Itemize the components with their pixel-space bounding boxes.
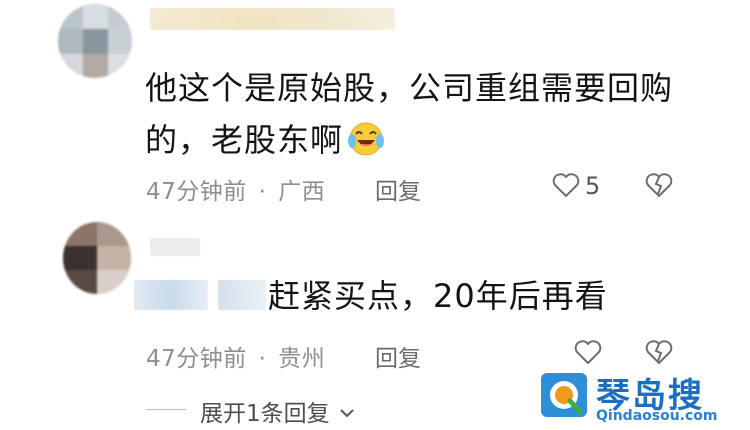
like-count: 5 bbox=[585, 172, 601, 200]
comment-meta: 47分钟前 · 广西 bbox=[146, 172, 325, 206]
chevron-down-icon bbox=[339, 407, 355, 419]
avatar[interactable] bbox=[63, 222, 131, 294]
laughing-crying-emoji-icon bbox=[347, 121, 385, 157]
expand-replies-button[interactable]: 展开1条回复 bbox=[200, 394, 355, 428]
expand-replies-label: 展开1条回复 bbox=[200, 401, 330, 427]
watermark-logo-icon bbox=[540, 372, 588, 418]
reply-button[interactable]: 回复 bbox=[375, 172, 421, 206]
comment-text-line-2: 的，老股东啊 bbox=[145, 114, 705, 166]
like-icon[interactable] bbox=[552, 172, 580, 198]
avatar[interactable] bbox=[58, 4, 132, 78]
blurred-content bbox=[218, 280, 266, 310]
dislike-icon[interactable] bbox=[645, 172, 673, 198]
username-blurred[interactable] bbox=[150, 8, 395, 30]
blurred-content bbox=[134, 280, 208, 310]
username-blurred[interactable] bbox=[150, 238, 200, 256]
reply-button[interactable]: 回复 bbox=[375, 339, 421, 373]
comment-location: 广西 bbox=[278, 179, 326, 205]
comment-text: 赶紧买点，20年后再看 bbox=[268, 277, 608, 315]
comment-time: 47分钟前 bbox=[146, 179, 247, 205]
comment-location: 贵州 bbox=[278, 346, 326, 372]
expand-divider bbox=[146, 409, 186, 410]
like-icon[interactable] bbox=[574, 339, 602, 365]
meta-separator: · bbox=[258, 346, 267, 372]
comment-meta: 47分钟前 · 贵州 bbox=[146, 339, 325, 373]
comment-text-line-1: 他这个是原始股，公司重组需要回购 bbox=[145, 69, 674, 107]
comment-text: 他这个是原始股，公司重组需要回购 的，老股东啊 bbox=[145, 62, 705, 166]
meta-separator: · bbox=[258, 179, 267, 205]
dislike-icon[interactable] bbox=[645, 339, 673, 365]
comment-time: 47分钟前 bbox=[146, 346, 247, 372]
watermark-domain: Qindaosou.com bbox=[596, 408, 718, 424]
comment-text-line-2-text: 的，老股东啊 bbox=[145, 121, 344, 159]
